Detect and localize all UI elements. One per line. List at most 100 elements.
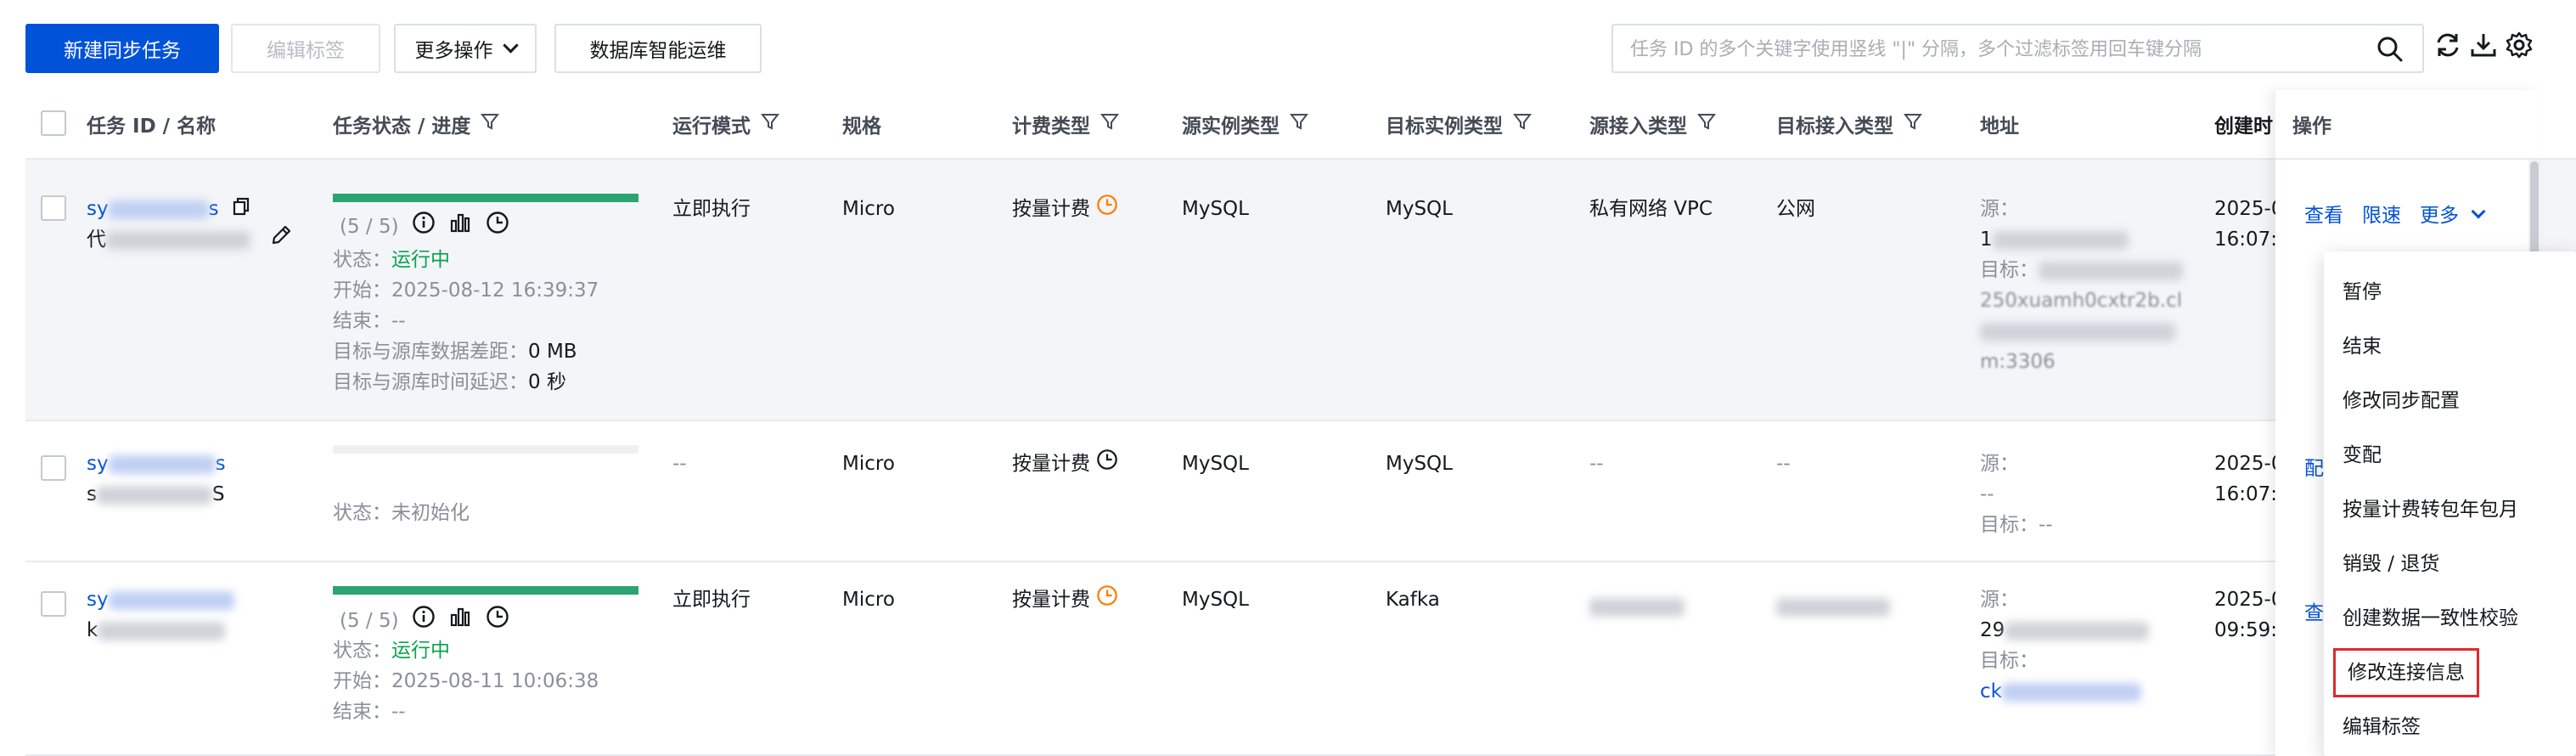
- clock-icon: [1096, 584, 1118, 616]
- data-diff-value: 0 MB: [528, 341, 577, 363]
- menu-item-change-spec[interactable]: 变配: [2343, 438, 2382, 472]
- start-line: 开始：2025-08-11 10:06:38: [333, 666, 599, 697]
- bar-chart-icon[interactable]: [448, 605, 472, 638]
- task-name-prefix: k: [87, 619, 98, 641]
- clock-icon[interactable]: [486, 211, 509, 244]
- row-checkbox[interactable]: [41, 591, 66, 617]
- delay-value: 0 秒: [528, 371, 566, 393]
- addr-dst-link[interactable]: ck: [1980, 676, 2141, 707]
- redacted-id: [108, 200, 209, 219]
- redacted-src: [1992, 230, 2129, 250]
- delay-label: 目标与源库时间延迟：: [333, 371, 528, 393]
- created-date: 2025-0: [2214, 453, 2284, 475]
- dst-access: 公网: [1776, 198, 1815, 220]
- status-line: 状态：运行中: [333, 635, 450, 666]
- data-diff-label: 目标与源库数据差距：: [333, 341, 528, 363]
- addr-dst-label: 目标：: [1980, 514, 2039, 536]
- select-all-checkbox[interactable]: [41, 110, 66, 136]
- redacted-dst: [2039, 261, 2183, 280]
- col-run-mode: 运行模式: [672, 90, 780, 158]
- edit-tags-button[interactable]: 编辑标签: [231, 24, 380, 73]
- toolbar: 新建同步任务 编辑标签 更多操作 数据库智能运维: [0, 0, 2576, 85]
- start-line: 开始：2025-08-12 16:39:37: [333, 275, 599, 306]
- addr-dst-prefix: ck: [1980, 680, 2002, 702]
- filter-icon[interactable]: [760, 112, 780, 136]
- col-spec: 规格: [842, 90, 881, 158]
- info-icon[interactable]: [412, 605, 436, 638]
- edit-icon[interactable]: [270, 224, 292, 256]
- menu-item-end[interactable]: 结束: [2343, 330, 2382, 364]
- menu-item-pause[interactable]: 暂停: [2343, 275, 2382, 309]
- menu-item-modify-sync-config[interactable]: 修改同步配置: [2343, 384, 2460, 418]
- bar-chart-icon[interactable]: [448, 211, 472, 244]
- addr-dst-line2: 250xuamh0cxtr2b.cl: [1980, 290, 2183, 312]
- menu-item-modify-connection-info[interactable]: 修改连接信息: [2333, 648, 2479, 697]
- db-smart-ops-button[interactable]: 数据库智能运维: [554, 24, 762, 73]
- dst-type: Kafka: [1386, 589, 1440, 611]
- addr-src: --: [1980, 483, 1994, 505]
- filter-icon[interactable]: [1289, 112, 1309, 136]
- run-mode: 立即执行: [672, 198, 751, 220]
- col-spec-label: 规格: [842, 116, 881, 138]
- addr-src-label: 源：: [1980, 589, 2019, 611]
- billing: 按量计费: [1012, 194, 1118, 225]
- rate-limit-button[interactable]: 限速: [2362, 200, 2401, 231]
- settings-icon[interactable]: [2505, 31, 2534, 63]
- col-run-mode-label: 运行模式: [672, 116, 751, 138]
- created-date: 2025-0: [2214, 589, 2284, 611]
- delay-line: 目标与源库时间延迟：0 秒: [333, 367, 566, 398]
- menu-item-edit-tags[interactable]: 编辑标签: [2343, 710, 2421, 744]
- run-mode: 立即执行: [672, 589, 751, 611]
- info-icon[interactable]: [412, 211, 436, 244]
- menu-item-create-consistency-check[interactable]: 创建数据一致性校验: [2343, 601, 2518, 635]
- table-row: sy s 代 (5 / 5) 状态：运行中 开始：2025-08-12 16:39…: [25, 160, 2576, 421]
- create-sync-task-button[interactable]: 新建同步任务: [25, 24, 219, 73]
- menu-item-destroy-return[interactable]: 销毁 / 退货: [2343, 547, 2439, 581]
- search-box[interactable]: [1611, 24, 2424, 73]
- task-name-prefix: 代: [87, 228, 106, 251]
- start-label: 开始：: [333, 279, 391, 302]
- src-type: MySQL: [1182, 453, 1249, 475]
- row-checkbox[interactable]: [41, 455, 66, 481]
- chevron-down-icon: [2471, 204, 2486, 219]
- view-button[interactable]: 查看: [2304, 200, 2343, 231]
- task-id-link[interactable]: sy s: [87, 194, 250, 225]
- task-id-link[interactable]: sy: [87, 584, 234, 615]
- addr-src-label: 源：: [1980, 198, 2019, 220]
- redacted-name: [106, 230, 250, 250]
- status-value: 运行中: [391, 249, 450, 271]
- ops-header: 操作: [2275, 90, 2540, 160]
- table-row: sy k (5 / 5) 状态：运行中 开始：2025-08-11 10:06:…: [25, 562, 2576, 756]
- task-name-suffix: S: [211, 483, 225, 505]
- copy-icon[interactable]: [232, 195, 250, 225]
- search-icon[interactable]: [2376, 36, 2404, 66]
- billing: 按量计费: [1012, 584, 1118, 616]
- more-actions-dropdown[interactable]: 更多操作: [394, 24, 537, 73]
- task-id-link[interactable]: sy s: [87, 449, 226, 479]
- more-button[interactable]: 更多: [2420, 200, 2486, 231]
- row-checkbox[interactable]: [41, 195, 66, 221]
- filter-icon[interactable]: [1903, 112, 1923, 136]
- clock-icon[interactable]: [486, 605, 509, 638]
- spec: Micro: [842, 453, 895, 475]
- download-icon[interactable]: [2469, 31, 2498, 63]
- redacted-name: [96, 485, 212, 505]
- view-button-partial[interactable]: 查: [2304, 598, 2324, 629]
- task-id-prefix: sy: [87, 589, 109, 611]
- filter-icon[interactable]: [1696, 112, 1717, 136]
- end-value: --: [391, 701, 406, 723]
- menu-item-convert-billing[interactable]: 按量计费转包年包月: [2343, 493, 2518, 527]
- filter-icon[interactable]: [1512, 112, 1533, 136]
- filter-icon[interactable]: [481, 112, 500, 136]
- redacted-src: [2005, 621, 2150, 640]
- end-value: --: [391, 310, 406, 332]
- progress-bar: [333, 194, 638, 202]
- config-button-partial[interactable]: 配: [2304, 454, 2324, 484]
- end-line: 结束：--: [333, 306, 406, 336]
- status-value: 未初始化: [391, 502, 470, 524]
- src-type: MySQL: [1182, 589, 1249, 611]
- more-actions-menu: 暂停 结束 修改同步配置 变配 按量计费转包年包月 销毁 / 退货 创建数据一致…: [2324, 251, 2576, 756]
- search-input[interactable]: [1628, 32, 2362, 66]
- filter-icon[interactable]: [1100, 112, 1120, 136]
- refresh-icon[interactable]: [2433, 31, 2462, 63]
